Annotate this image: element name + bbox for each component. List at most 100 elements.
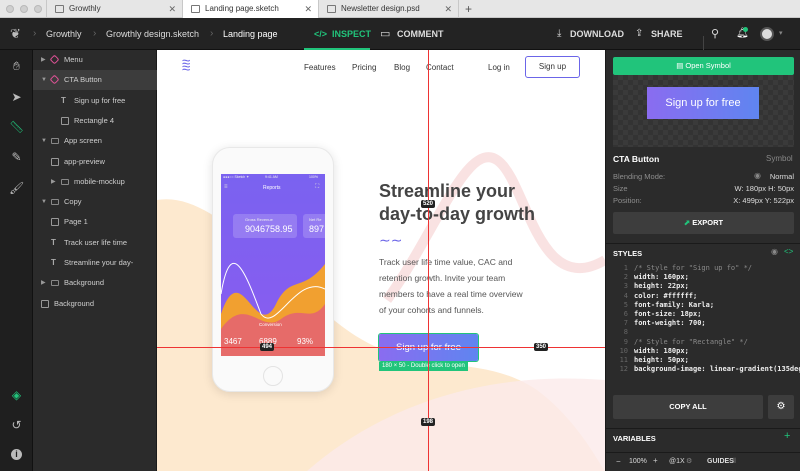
breadcrumb-file[interactable]: Growthly design.sketch (106, 18, 199, 50)
hand-tool-icon[interactable]: ✋︎ (9, 59, 24, 74)
zoom-out-icon[interactable]: − (616, 457, 621, 466)
styles-code-block[interactable]: 1 /* Style for "Sign up fo" */ 2 width: 160… (606, 264, 800, 376)
history-icon[interactable]: ↺ (9, 418, 24, 433)
export-button[interactable]: ⬈ EXPORT (613, 212, 794, 234)
browser-tab-bar: Growthly ✕ Landing page.sketch ✕ Newslet… (0, 0, 800, 19)
window-minimize-dot[interactable] (20, 5, 28, 13)
layer-item[interactable]: ▶ Background (33, 273, 157, 293)
layer-item[interactable]: ▶ mobile-mockup (33, 172, 157, 192)
code-text: height: 50px; (634, 356, 689, 364)
tab-inspect[interactable]: </> INSPECT (304, 18, 371, 50)
layer-item[interactable]: T Track user life time (33, 233, 157, 253)
code-text: font-size: 18px; (634, 310, 702, 318)
info-icon[interactable]: i (11, 449, 22, 460)
site-login-link[interactable]: Log in (488, 63, 510, 72)
new-tab-button[interactable]: + (458, 0, 800, 18)
layer-item[interactable]: ▼ App screen (33, 131, 157, 151)
chevron-down-icon[interactable]: ▾ (779, 18, 783, 50)
layer-item-label: Page 1 (64, 217, 88, 227)
bell-icon[interactable]: 🔔︎ (736, 18, 749, 50)
menu-icon: ≡ (224, 184, 228, 190)
tab-newsletter-design[interactable]: Newsletter design.psd ✕ (318, 0, 458, 18)
drop-logo-icon[interactable]: ❦ (10, 18, 21, 50)
share-button[interactable]: ⇪ SHARE (635, 18, 683, 50)
add-variable-icon[interactable]: + (784, 430, 790, 442)
layers-panel: ▶ Menu ▼ CTA Button T Sign up for free Rectang… (33, 50, 157, 471)
tab-comment[interactable]: ▭ COMMENT (375, 18, 445, 50)
layer-item[interactable]: T Sign up for free (33, 91, 157, 111)
code-line: 2 width: 160px; (606, 273, 689, 282)
layer-item[interactable]: app-preview (33, 152, 157, 172)
text-icon: T (51, 258, 56, 267)
avatar[interactable] (760, 27, 774, 41)
guides-toggle[interactable]: GUIDES (707, 458, 734, 465)
search-icon[interactable]: ⚲ (711, 18, 719, 50)
ruler-tool-icon[interactable]: 📏︎ (9, 120, 24, 135)
disclosure-right-icon[interactable]: ▶ (51, 172, 56, 192)
text-icon: T (61, 95, 66, 105)
zoom-bar: − 100% + @1X ⚙ GUIDES ⦀ (606, 452, 800, 471)
code-line: 1 /* Style for "Sign up fo" */ (606, 264, 752, 273)
close-icon[interactable]: ✕ (168, 0, 176, 18)
disclosure-down-icon[interactable]: ▼ (41, 131, 47, 151)
close-icon[interactable]: ✕ (444, 0, 452, 18)
copy-all-button[interactable]: COPY ALL (613, 395, 763, 419)
layer-item[interactable]: Rectangle 4 (33, 111, 157, 131)
symbol-icon (49, 74, 60, 85)
share-icon: ⇪ (635, 28, 644, 39)
window-zoom-dot[interactable] (34, 5, 42, 13)
layer-name: CTA Button (613, 154, 660, 164)
blending-value: Normal (769, 172, 794, 181)
site-signup-button[interactable]: Sign up (525, 56, 580, 78)
tool-rail: ✋︎ ➤ 📏︎ ✎ 🖌︎ ◈ ↺ i (0, 50, 33, 471)
disclosure-right-icon[interactable]: ▶ (41, 273, 46, 293)
layer-item[interactable]: Page 1 (33, 212, 157, 232)
eyedropper-tool-icon[interactable]: ✎ (9, 150, 24, 165)
scale-selector[interactable]: @1X (669, 458, 685, 465)
tab-growthly[interactable]: Growthly ✕ (46, 0, 182, 18)
code-line: 9 /* Style for "Rectangle" */ (606, 338, 748, 347)
settings-gear-icon[interactable]: ⚙ (768, 395, 794, 419)
code-text: width: 160px; (634, 273, 689, 282)
phone-screen: ●●●○○ Sketch ✦ 9:41 AM 100% Reports ≡ ⛶ … (221, 174, 325, 356)
download-button[interactable]: ⤓ DOWNLOAD (553, 18, 624, 50)
notification-badge (743, 27, 748, 32)
design-canvas[interactable]: ≈ ≈ Features Pricing Blog Contact Log in … (157, 50, 605, 471)
code-text: font-family: Karla; (634, 300, 715, 309)
pointer-tool-icon[interactable]: ➤ (9, 90, 24, 105)
nav-blog[interactable]: Blog (394, 63, 410, 72)
layer-item[interactable]: T Streamline your day- (33, 253, 157, 273)
hero-body-line4: of your cohorts and funnels. (379, 305, 484, 315)
disclosure-down-icon[interactable]: ▼ (41, 70, 47, 90)
scale-gear-icon[interactable]: ⚙ (686, 457, 692, 465)
code-text: color: #ffffff; (634, 291, 698, 300)
layer-item[interactable]: Background (33, 294, 157, 314)
code-icon[interactable]: <> (784, 247, 793, 256)
breadcrumb-page[interactable]: Landing page (223, 18, 278, 50)
eye-icon[interactable]: ◉ (754, 171, 761, 180)
zoom-in-icon[interactable]: + (653, 456, 658, 465)
layer-item[interactable]: ▼ Copy (33, 192, 157, 212)
guide-distance-left: 494 (260, 343, 275, 351)
line-number: 5 (623, 300, 628, 309)
disclosure-right-icon[interactable]: ▶ (41, 50, 46, 70)
layer-item[interactable]: ▶ Menu (33, 50, 157, 70)
layer-item-label: Streamline your day- (64, 258, 134, 267)
layers-icon[interactable]: ◈ (9, 388, 24, 403)
disclosure-down-icon[interactable]: ▼ (41, 192, 47, 212)
close-icon[interactable]: ✕ (304, 0, 312, 18)
breadcrumb-project[interactable]: Growthly (46, 18, 82, 50)
line-number: 7 (623, 319, 628, 328)
layer-item[interactable]: ▼ CTA Button (33, 70, 157, 91)
nav-pricing[interactable]: Pricing (352, 63, 376, 72)
open-symbol-button[interactable]: ▤ Open Symbol (613, 57, 794, 75)
nav-features[interactable]: Features (304, 63, 336, 72)
page-icon (55, 5, 64, 13)
nav-contact[interactable]: Contact (426, 63, 454, 72)
tab-landing-page[interactable]: Landing page.sketch ✕ (182, 0, 318, 19)
layer-item-label: App screen (64, 136, 102, 146)
hero-body-line1: Track user life time value, CAC and (379, 257, 513, 267)
window-close-dot[interactable] (6, 5, 14, 13)
eye-icon[interactable]: ◉ (771, 247, 778, 256)
brush-tool-icon[interactable]: 🖌︎ (9, 181, 24, 196)
